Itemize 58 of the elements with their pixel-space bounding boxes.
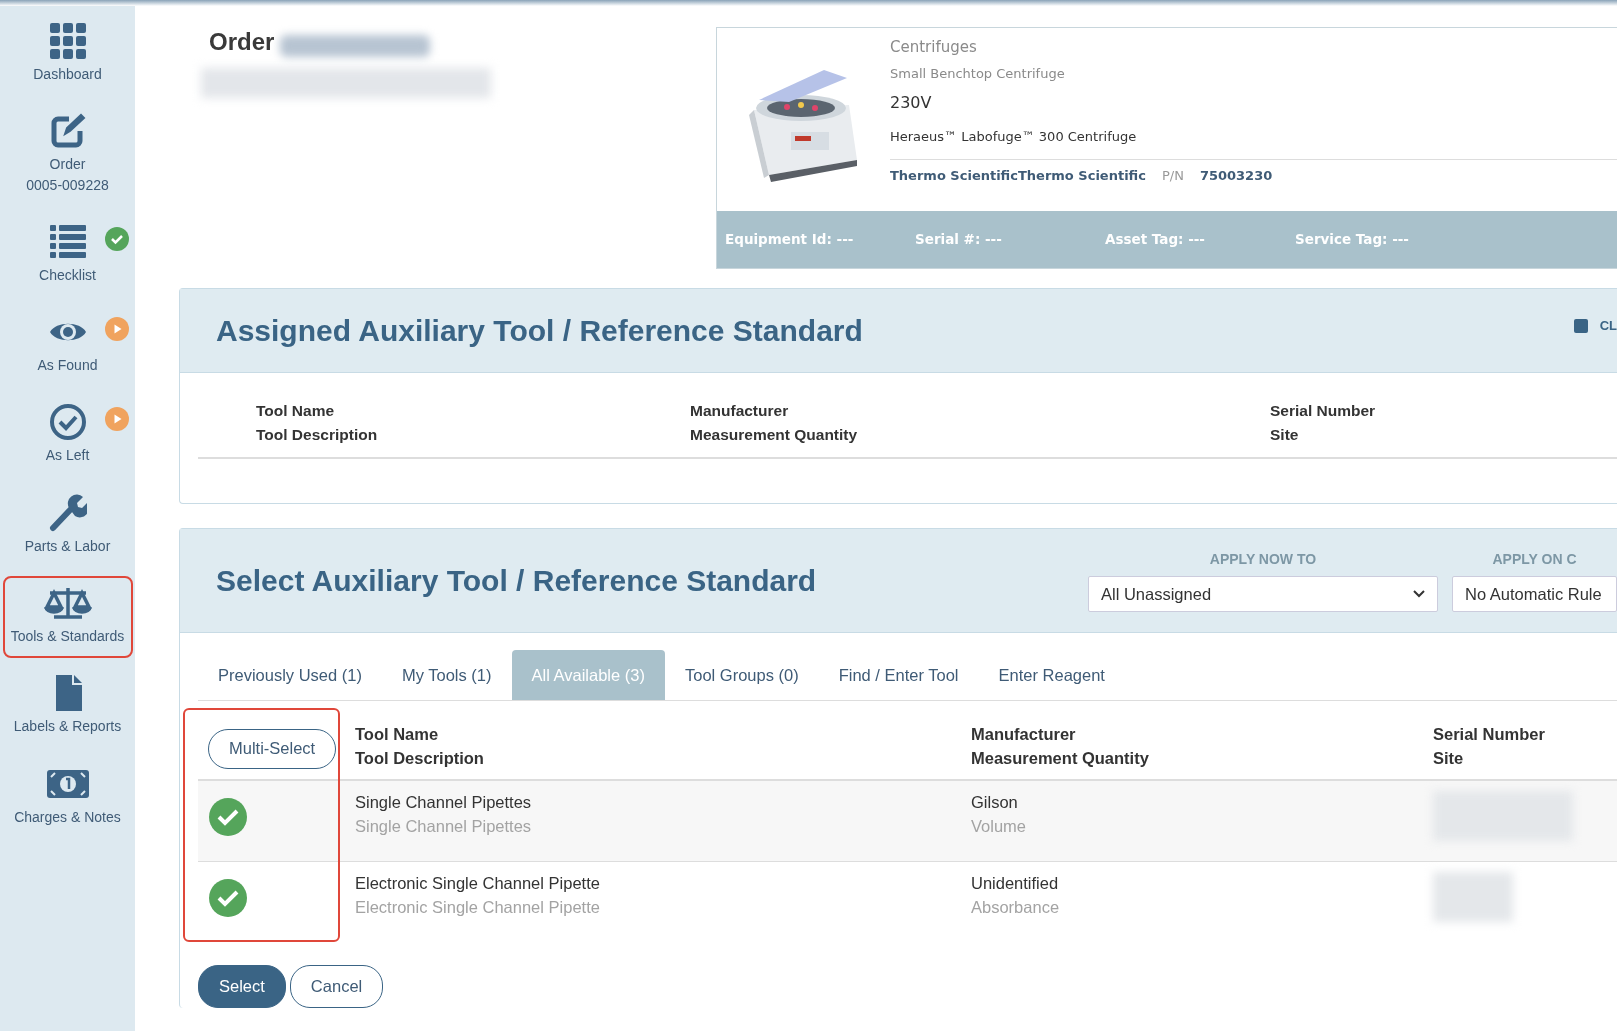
tag-field: Equipment Id: --- (725, 229, 915, 250)
column-header: Manufacturer Measurement Quantity (971, 724, 1150, 769)
grid-icon (48, 22, 87, 60)
sidebar-item[interactable]: As Found (2, 305, 133, 388)
multi-select-button[interactable]: Multi-Select (208, 729, 337, 769)
list-icon (48, 222, 87, 261)
tool-name: Single Channel Pipettes (355, 791, 533, 813)
sidebar-item[interactable]: Order 0005-009228 (2, 104, 133, 207)
check-circle-icon (48, 403, 87, 442)
toggle-label: CL (1599, 316, 1617, 335)
category-text: Centrifuges (890, 37, 978, 58)
field-label: APPLY NOW TO (1209, 550, 1317, 569)
tab[interactable]: Previously Used (1) (198, 650, 382, 700)
tab[interactable]: My Tools (1) (381, 650, 512, 700)
column-header: Serial Number Site (1433, 724, 1546, 769)
sidebar-item[interactable]: Tools & Standards (2, 576, 133, 659)
check-circle-icon[interactable] (208, 796, 248, 837)
chevron-down-icon (1413, 590, 1425, 598)
tag-field: Service Tag: --- (1295, 229, 1485, 250)
voltage-text: 230V (890, 92, 933, 114)
quantity-text: Volume (971, 815, 1028, 837)
dropdown[interactable]: No Automatic Rule (1452, 576, 1617, 612)
model-text: Heraeus™ Labofuge™ 300 Centrifuge (890, 127, 1617, 160)
tool-name: Electronic Single Channel Pipette (355, 872, 601, 894)
tag-field: Asset Tag: --- (1105, 229, 1295, 250)
sidebar-item[interactable]: Charges & Notes (2, 756, 133, 839)
order-title: Order (209, 28, 275, 55)
select-button[interactable]: Select (198, 964, 286, 1008)
column-header: Manufacturer Measurement Quantity (690, 401, 859, 445)
tool-description: Single Channel Pipettes (355, 815, 533, 837)
tool-description: Electronic Single Channel Pipette (355, 896, 601, 918)
tab[interactable]: Find / Enter Tool (818, 650, 979, 700)
sidebar-item[interactable]: Parts & Labor (2, 485, 133, 569)
column-header: Serial Number Site (1270, 401, 1377, 445)
field-label: APPLY ON C (1492, 550, 1577, 569)
column-header: Tool Name Tool Description (256, 401, 379, 445)
sidebar-item[interactable]: Labels & Reports (2, 666, 133, 749)
tag-field: Serial #: --- (915, 229, 1105, 250)
sidebar-item[interactable]: Dashboard (2, 14, 133, 97)
part-number-label: P/N (1161, 166, 1184, 185)
sidebar-item[interactable]: Checklist (2, 214, 133, 298)
type-text: Small Benchtop Centrifuge (890, 64, 1066, 83)
cancel-button[interactable]: Cancel (289, 964, 384, 1008)
column-header: Tool Name Tool Description (355, 724, 485, 769)
manufacturer-text: Gilson (971, 791, 1019, 813)
check-circle-icon[interactable] (208, 877, 248, 918)
quantity-text: Absorbance (971, 896, 1061, 918)
wrench-icon (48, 493, 87, 532)
tab[interactable]: Enter Reagent (978, 650, 1125, 700)
sidebar-item[interactable]: As Left (2, 395, 133, 478)
checkbox[interactable] (1573, 318, 1588, 333)
part-number-value: 75003230 (1199, 166, 1273, 185)
section-title: Select Auxiliary Tool / Reference Standard (216, 562, 817, 599)
manufacturer-text: Thermo ScientificThermo Scientific (890, 166, 1146, 185)
tab[interactable]: Tool Groups (0) (664, 650, 819, 700)
manufacturer-text: Unidentified (971, 872, 1060, 894)
dropdown[interactable]: All Unassigned (1088, 576, 1438, 612)
section-title: Assigned Auxiliary Tool / Reference Standard (216, 312, 863, 349)
